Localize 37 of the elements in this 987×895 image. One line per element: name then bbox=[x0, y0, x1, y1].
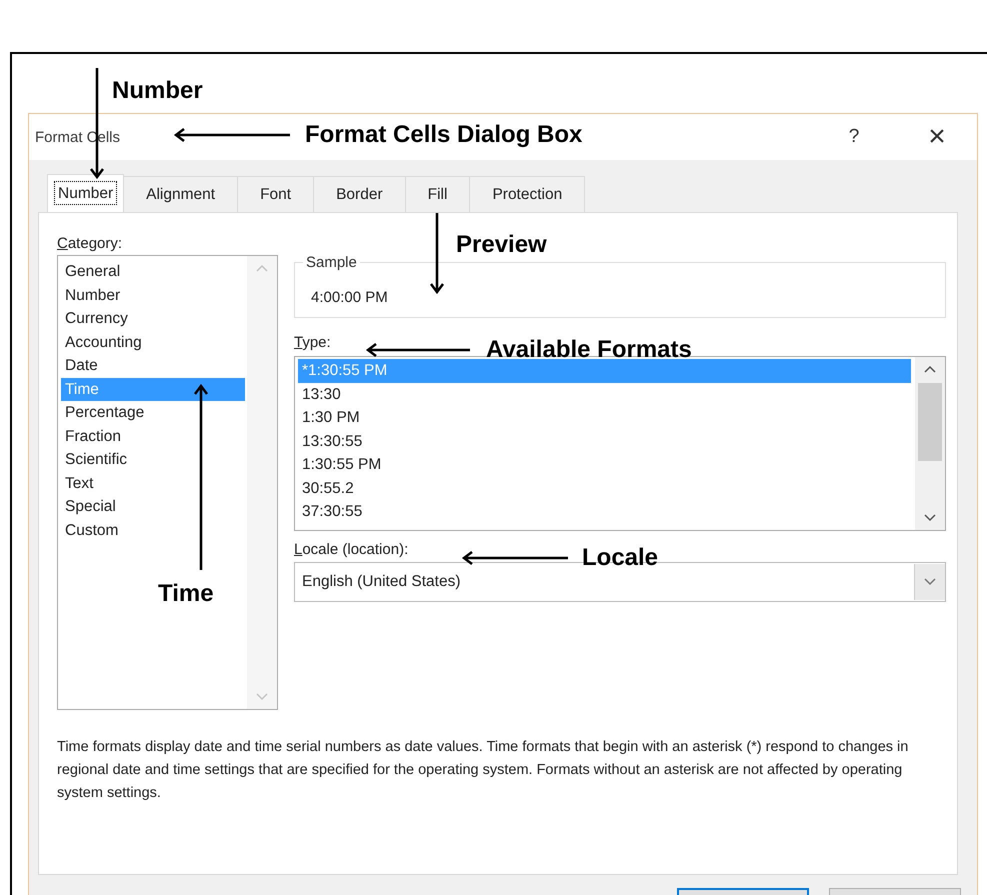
chevron-down-icon bbox=[924, 578, 936, 586]
annotation-label: Time bbox=[158, 579, 214, 609]
category-item[interactable]: Text bbox=[61, 472, 245, 495]
category-label: Category: bbox=[57, 235, 122, 252]
dropdown-button[interactable] bbox=[914, 564, 945, 600]
type-label: Type: bbox=[294, 334, 331, 351]
category-item[interactable]: Fraction bbox=[61, 424, 245, 448]
locale-label: Locale (location): bbox=[294, 541, 408, 558]
type-item[interactable]: 37:30:55 bbox=[298, 500, 911, 524]
tab[interactable]: Number bbox=[47, 174, 124, 212]
type-item[interactable]: 1:30:55 PM bbox=[298, 453, 911, 476]
category-item[interactable]: Accounting bbox=[61, 330, 245, 354]
type-item[interactable]: 1:30 PM bbox=[298, 406, 911, 430]
annotation-label: Preview bbox=[456, 230, 547, 260]
category-item[interactable]: Percentage bbox=[61, 401, 245, 424]
type-item[interactable]: 13:30:55 bbox=[298, 430, 911, 453]
category-item[interactable]: Date bbox=[61, 354, 245, 378]
category-item[interactable]: Custom bbox=[61, 518, 245, 542]
help-button[interactable]: ? bbox=[839, 126, 869, 148]
description-text: Time formats display date and time serial numbers as date values. Time formats that begin with an asterisk (*) respond to changes in regional date and time settings that are specified for the operating system. Formats without an asterisk are not affected by operating system settings. bbox=[57, 738, 910, 803]
sample-label: Sample bbox=[303, 254, 360, 271]
scroll-down-icon[interactable] bbox=[924, 514, 936, 522]
type-list[interactable]: *1:30:55 PM 13:30 1:30 PM 13:30:55 1:30:55 PM 30:55.2 37:30:55 bbox=[294, 356, 946, 531]
category-item[interactable]: Special bbox=[61, 495, 245, 518]
scroll-up-icon[interactable] bbox=[924, 365, 936, 373]
annotation-label: Number bbox=[112, 76, 203, 106]
scroll-thumb[interactable] bbox=[918, 383, 942, 461]
type-item[interactable]: 13:30 bbox=[298, 382, 911, 406]
category-item[interactable]: Scientific bbox=[61, 448, 245, 472]
close-button[interactable]: × bbox=[919, 122, 955, 152]
category-item[interactable]: Number bbox=[61, 284, 245, 307]
annotation-label: Format Cells Dialog Box bbox=[305, 120, 582, 150]
type-item[interactable]: 30:55.2 bbox=[298, 476, 911, 500]
tab[interactable]: Protection bbox=[469, 176, 586, 212]
sample-value: 4:00:00 PM bbox=[311, 289, 388, 306]
category-item[interactable]: General bbox=[61, 260, 245, 284]
category-item[interactable]: Currency bbox=[61, 307, 245, 330]
